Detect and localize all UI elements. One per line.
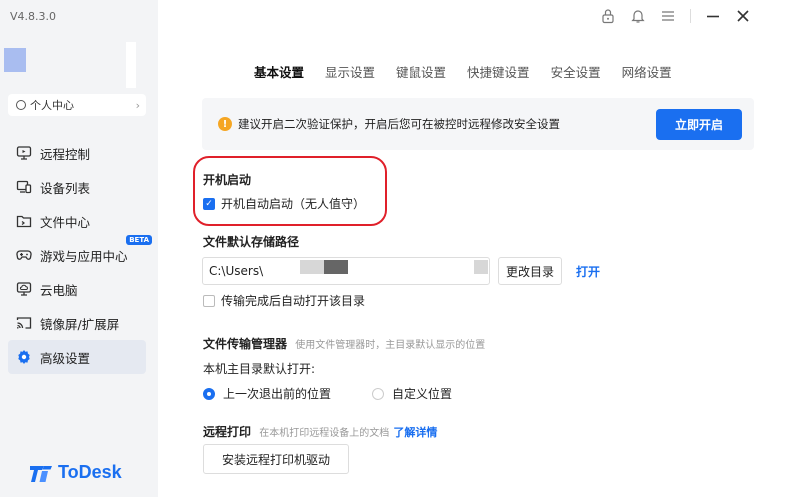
user-icon	[16, 100, 26, 110]
sidebar-item-label: 镜像屏/扩展屏	[40, 316, 120, 332]
radio-last-location-label: 上一次退出前的位置	[223, 387, 332, 401]
divider	[690, 9, 691, 23]
menu-icon[interactable]	[660, 8, 676, 24]
auto-start-checkbox[interactable]: ✓	[203, 197, 215, 210]
file-manager-section: 文件传输管理器 使用文件管理器时，主目录默认显示的位置	[203, 335, 485, 352]
sidebar-nav: 远程控制 设备列表 文件中心 游戏与应用中心 BETA 云电脑 镜像屏/扩展屏 …	[8, 136, 152, 374]
auto-open-checkbox-row[interactable]: 传输完成后自动打开该目录	[203, 292, 365, 309]
remote-print-title: 远程打印	[203, 425, 252, 439]
settings-tabs: 基本设置 显示设置 键鼠设置 快捷键设置 安全设置 网络设置	[254, 62, 672, 81]
sidebar-item-device-list[interactable]: 设备列表	[8, 170, 146, 204]
tab-basic-settings[interactable]: 基本设置	[254, 62, 304, 81]
personal-center-label: 个人中心	[30, 99, 74, 112]
remote-print-section: 远程打印 在本机打印远程设备上的文档 了解详情	[203, 423, 437, 440]
folder-icon	[16, 215, 32, 228]
install-print-driver-button[interactable]: 安装远程打印机驱动	[203, 444, 349, 474]
cast-screen-icon	[16, 317, 32, 329]
tab-security-settings[interactable]: 安全设置	[551, 62, 601, 81]
sidebar-item-label: 云电脑	[40, 282, 78, 298]
gear-icon	[18, 350, 30, 364]
sidebar-item-game-app-center[interactable]: 游戏与应用中心 BETA	[8, 235, 152, 272]
storage-path-title: 文件默认存储路径	[203, 235, 300, 249]
enable-now-button[interactable]: 立即开启	[656, 109, 742, 140]
avatar[interactable]	[4, 48, 26, 72]
sidebar-item-label: 文件中心	[40, 214, 91, 230]
window-controls	[600, 8, 751, 24]
auto-open-label: 传输完成后自动打开该目录	[221, 294, 366, 308]
brand-name: ToDesk	[58, 462, 122, 482]
app-version: V4.8.3.0	[10, 10, 57, 23]
open-directory-link[interactable]: 打开	[576, 263, 600, 280]
file-manager-title: 文件传输管理器	[203, 337, 288, 351]
todesk-logo: ToDesk	[30, 462, 122, 483]
file-manager-note: 使用文件管理器时，主目录默认显示的位置	[295, 340, 486, 351]
radio-custom-location-row[interactable]: 自定义位置	[372, 385, 452, 402]
warning-icon: !	[218, 117, 232, 131]
monitor-icon	[16, 146, 32, 160]
startup-title: 开机启动	[203, 173, 252, 187]
sidebar-item-file-center[interactable]: 文件中心	[8, 204, 146, 238]
sidebar-item-label: 远程控制	[40, 146, 91, 162]
lock-icon[interactable]	[600, 8, 616, 24]
remote-print-note: 在本机打印远程设备上的文档	[259, 428, 390, 439]
chevron-right-icon: ›	[135, 98, 140, 112]
device-list-icon	[16, 180, 32, 194]
sidebar-item-mirror-extend-screen[interactable]: 镜像屏/扩展屏	[8, 306, 146, 340]
auto-start-label: 开机自动启动（无人值守）	[221, 197, 366, 211]
radio-custom-location-label: 自定义位置	[392, 387, 453, 401]
sidebar: V4.8.3.0 个人中心 › 远程控制 设备列表 文件中心 游戏与应用中心 B…	[0, 0, 158, 497]
gamepad-icon	[16, 250, 32, 260]
radio-custom-location[interactable]	[372, 387, 384, 400]
tab-network-settings[interactable]: 网络设置	[622, 62, 672, 81]
sidebar-item-cloud-pc[interactable]: 云电脑	[8, 272, 146, 306]
beta-badge: BETA	[126, 235, 152, 245]
auto-start-checkbox-row[interactable]: ✓ 开机自动启动（无人值守）	[203, 195, 365, 212]
minimize-icon[interactable]	[705, 8, 721, 24]
profile-card-edge	[126, 42, 136, 88]
default-open-label: 本机主目录默认打开:	[203, 362, 316, 376]
bell-icon[interactable]	[630, 8, 646, 24]
redacted-path-end	[474, 260, 488, 274]
sidebar-item-remote-control[interactable]: 远程控制	[8, 136, 146, 170]
radio-last-location-row[interactable]: 上一次退出前的位置	[203, 385, 331, 402]
highlight-outline	[193, 156, 387, 226]
cloud-pc-icon	[16, 282, 32, 296]
todesk-logo-icon	[30, 465, 52, 482]
sidebar-item-label: 设备列表	[40, 180, 91, 196]
banner-text: 建议开启二次验证保护，开启后您可在被控时远程修改安全设置	[238, 117, 560, 131]
storage-path-value: C:\Users\	[209, 264, 264, 278]
tab-shortcut-settings[interactable]: 快捷键设置	[467, 62, 530, 81]
tab-keyboard-mouse-settings[interactable]: 键鼠设置	[396, 62, 446, 81]
sidebar-item-label: 高级设置	[40, 350, 91, 366]
auto-open-checkbox[interactable]	[203, 294, 215, 307]
close-icon[interactable]	[735, 8, 751, 24]
radio-last-location[interactable]	[203, 387, 215, 400]
tab-display-settings[interactable]: 显示设置	[325, 62, 375, 81]
redacted-path	[300, 260, 348, 274]
sidebar-item-label: 游戏与应用中心	[40, 248, 128, 264]
learn-more-link[interactable]: 了解详情	[393, 426, 437, 439]
personal-center-button[interactable]: 个人中心 ›	[8, 94, 146, 116]
sidebar-item-advanced-settings[interactable]: 高级设置	[8, 340, 146, 374]
change-directory-button[interactable]: 更改目录	[498, 257, 562, 285]
security-banner: ! 建议开启二次验证保护，开启后您可在被控时远程修改安全设置 立即开启	[202, 98, 754, 150]
